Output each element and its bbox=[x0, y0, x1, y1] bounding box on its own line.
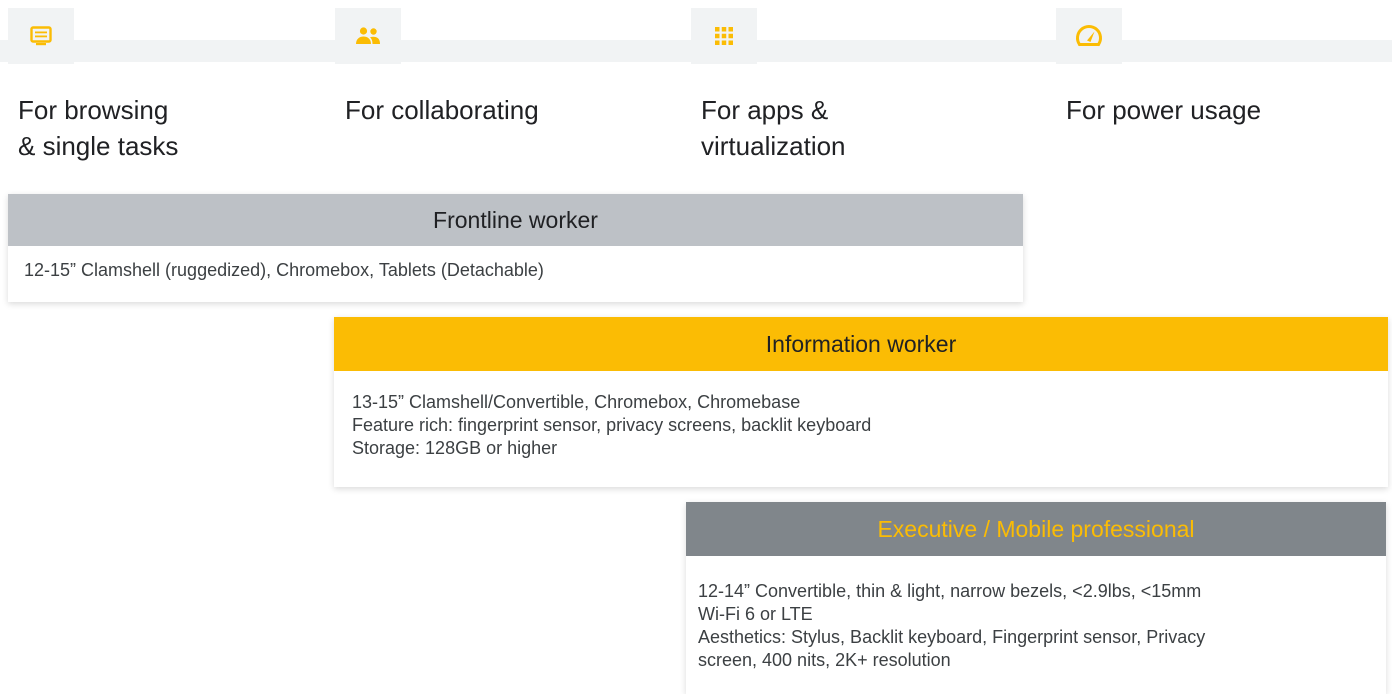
monitor-icon bbox=[8, 8, 74, 64]
persona-card-executive-mobile-professional: Executive / Mobile professional 12-14” C… bbox=[686, 502, 1386, 694]
persona-title: Executive / Mobile professional bbox=[686, 502, 1386, 556]
column-browsing: For browsing & single tasks bbox=[8, 8, 179, 164]
column-label: For apps & virtualization bbox=[701, 95, 846, 161]
persona-card-information-worker: Information worker 13-15” Clamshell/Conv… bbox=[334, 317, 1388, 487]
persona-details: 12-15” Clamshell (ruggedized), Chromebox… bbox=[24, 260, 544, 280]
persona-details: 13-15” Clamshell/Convertible, Chromebox,… bbox=[352, 392, 872, 458]
persona-card-frontline-worker: Frontline worker 12-15” Clamshell (rugge… bbox=[8, 194, 1023, 302]
column-label: For collaborating bbox=[345, 95, 539, 125]
column-label: For power usage bbox=[1066, 95, 1262, 125]
speedometer-icon bbox=[1056, 8, 1122, 64]
column-collaborating: For collaborating bbox=[335, 8, 539, 128]
persona-title: Information worker bbox=[334, 317, 1388, 371]
device-persona-diagram: For browsing & single tasks For collabor… bbox=[0, 0, 1392, 694]
column-label: For browsing & single tasks bbox=[18, 95, 179, 161]
apps-grid-icon bbox=[691, 8, 757, 64]
persona-details: 12-14” Convertible, thin & light, narrow… bbox=[698, 581, 1206, 670]
people-icon bbox=[335, 8, 401, 64]
column-apps-virtualization: For apps & virtualization bbox=[691, 8, 846, 164]
column-power-usage: For power usage bbox=[1056, 8, 1262, 128]
persona-title: Frontline worker bbox=[8, 194, 1023, 246]
